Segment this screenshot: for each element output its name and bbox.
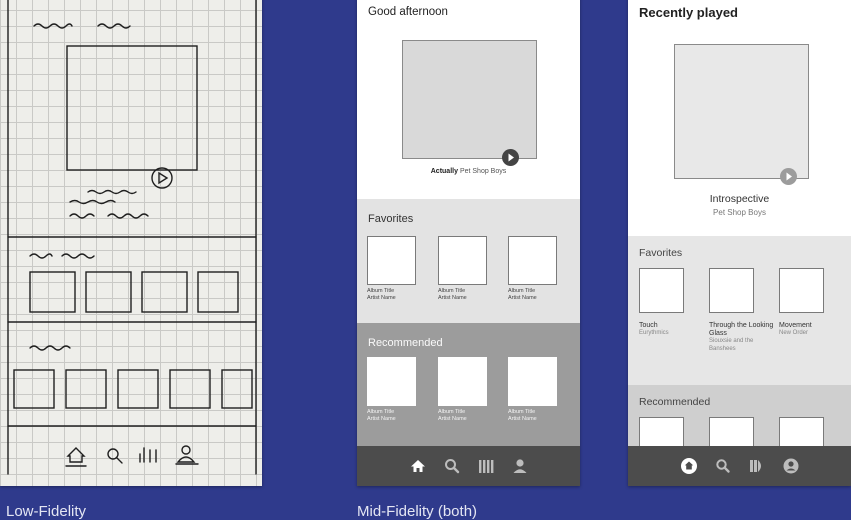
library-icon [478, 460, 493, 473]
low-fidelity-sketch [0, 0, 262, 486]
recently-played-heading: Recently played [639, 5, 738, 20]
artist-name: Artist Name [367, 416, 396, 422]
recommended-tile[interactable] [709, 417, 754, 446]
favorite-tile[interactable] [709, 268, 754, 313]
artist-name: Artist Name [367, 295, 396, 301]
artist-name: Artist Name [508, 295, 537, 301]
library-icon [749, 460, 761, 472]
recommended-tile[interactable] [367, 357, 416, 406]
profile-icon [783, 458, 798, 474]
favorite-tile[interactable] [779, 268, 824, 313]
play-button[interactable] [780, 168, 797, 185]
recommended-section: Recommended [628, 385, 851, 446]
hero-album-art[interactable] [674, 44, 809, 179]
favorite-tile[interactable] [508, 236, 557, 285]
play-icon [508, 153, 514, 162]
recommended-title: Recommended [639, 396, 711, 408]
tab-library[interactable] [740, 446, 774, 486]
artist-name: Artist Name [438, 295, 467, 301]
tab-bar [628, 446, 851, 486]
recommended-tile[interactable] [438, 357, 487, 406]
hero-artist: Pet Shop Boys [459, 168, 507, 175]
recommended-tile[interactable] [639, 417, 684, 446]
album-title: Album Title [438, 288, 466, 294]
album-title: Album Title [508, 288, 536, 294]
hero-artist: Pet Shop Boys [713, 208, 766, 217]
album-title: Movement [779, 322, 812, 329]
profile-icon [513, 459, 526, 473]
album-title: Through the Looking Glass [709, 322, 774, 337]
album-title: Album Title [508, 409, 536, 415]
tab-search[interactable] [706, 446, 740, 486]
album-title: Album Title [367, 288, 395, 294]
search-icon [444, 459, 459, 474]
tab-home[interactable] [672, 446, 706, 486]
favorites-title: Favorites [368, 213, 414, 225]
favorite-caption: Through the Looking Glass Siouxsie and t… [709, 322, 775, 353]
recommended-title: Recommended [368, 337, 443, 349]
favorites-title: Favorites [639, 247, 683, 259]
play-button[interactable] [502, 149, 519, 166]
recommended-tile[interactable] [779, 417, 824, 446]
favorite-caption: Album Title Artist Name [367, 288, 396, 302]
favorite-tile[interactable] [639, 268, 684, 313]
greeting-heading: Good afternoon [368, 6, 448, 18]
sketch-home-icon [66, 447, 86, 463]
mid-fidelity-caption: Mid-Fidelity (both) [357, 503, 478, 520]
album-title: Album Title [367, 409, 395, 415]
tab-library[interactable] [469, 446, 503, 486]
artist-name: Artist Name [508, 416, 537, 422]
favorite-caption: Touch Eurythmics [639, 322, 705, 338]
hero-caption: Actually Pet Shop Boys [357, 168, 580, 175]
artist-name: Artist Name [438, 416, 467, 422]
low-fidelity-caption: Low-Fidelity [6, 503, 87, 520]
search-icon [715, 459, 730, 473]
mid-fidelity-phone-2: Recently played Introspective Pet Shop B… [628, 0, 851, 486]
recommended-caption: Album Title Artist Name [508, 409, 537, 423]
tab-bar [357, 446, 580, 486]
mid-fidelity-phone-1: Good afternoon Actually Pet Shop Boys Fa… [357, 0, 580, 486]
artist-name: Siouxsie and the Banshees [709, 338, 754, 352]
recommended-section: Recommended Album Title Artist Name Albu… [357, 323, 580, 447]
play-icon [786, 172, 792, 181]
recommended-tile[interactable] [508, 357, 557, 406]
tab-profile[interactable] [503, 446, 537, 486]
tab-profile[interactable] [774, 446, 808, 486]
hero-title: Actually [430, 168, 458, 175]
artist-name: Eurythmics [639, 330, 669, 336]
recommended-caption: Album Title Artist Name [367, 409, 396, 423]
artist-name: New Order [779, 330, 809, 336]
home-icon [410, 460, 425, 472]
favorite-caption: Movement New Order [779, 322, 845, 338]
hero-title: Introspective [709, 193, 770, 205]
favorite-caption: Album Title Artist Name [438, 288, 467, 302]
album-title: Touch [639, 322, 658, 329]
hero-album-art[interactable] [402, 40, 537, 159]
favorites-section: Favorites Touch Eurythmics Through the L… [628, 236, 851, 385]
favorite-tile[interactable] [438, 236, 487, 285]
tab-home[interactable] [401, 446, 435, 486]
favorite-tile[interactable] [367, 236, 416, 285]
recommended-caption: Album Title Artist Name [438, 409, 467, 423]
album-title: Album Title [438, 409, 466, 415]
tab-search[interactable] [435, 446, 469, 486]
favorites-section: Favorites Album Title Artist Name Album … [357, 199, 580, 323]
favorite-caption: Album Title Artist Name [508, 288, 537, 302]
home-icon [680, 458, 697, 474]
